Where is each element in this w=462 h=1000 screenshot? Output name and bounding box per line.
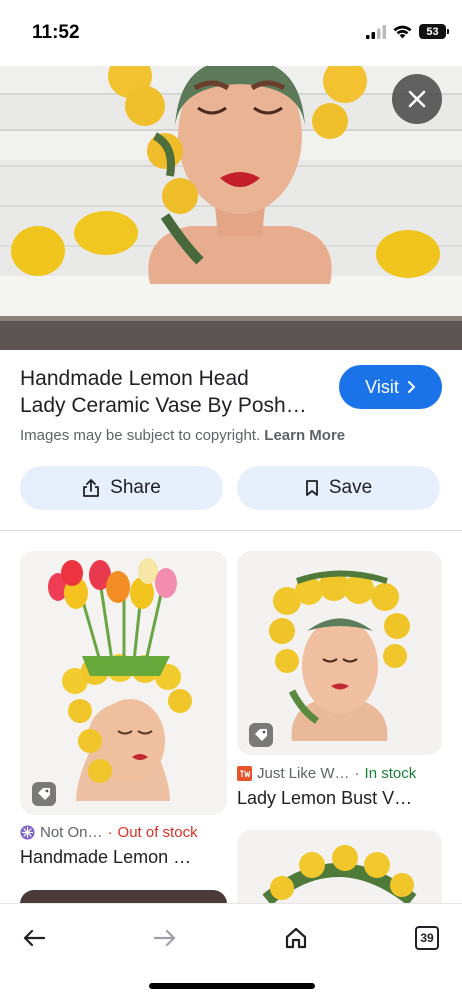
visit-button-label: Visit [365,376,399,397]
related-image-tulip-vase[interactable] [20,551,227,815]
learn-more-link[interactable]: Learn More [264,427,345,444]
arrow-right-icon [154,929,176,947]
status-bar: 11:52 53 [0,0,462,66]
result-title-line-1: Handmade Lemon Head [20,367,249,390]
back-button[interactable] [14,918,54,958]
wifi-icon [393,25,412,38]
section-divider [0,530,462,531]
cellular-signal-icon [366,24,386,39]
status-time: 11:52 [32,22,80,43]
close-icon [408,90,426,108]
close-button[interactable] [392,74,442,124]
copyright-notice: Images may be subject to copyright. Lear… [20,427,345,444]
stock-status: Out of stock [117,824,198,841]
save-label: Save [328,477,373,498]
home-button[interactable] [276,918,316,958]
card-title[interactable]: Handmade Lemon … [20,847,191,868]
site-favicon-icon [20,825,35,840]
source-name: Just Like W… [257,765,350,782]
bookmark-icon [305,480,318,496]
stock-status: In stock [364,765,417,782]
source-line: Just Like W… · In stock [237,765,416,782]
copyright-text: Images may be subject to copyright. [20,427,261,444]
source-name: Not On… [40,824,103,841]
arrow-left-icon [23,929,45,947]
lemon-head-vase-photo [0,66,462,350]
save-button[interactable]: Save [237,466,440,510]
result-title-line-2: Lady Ceramic Vase By Posh… [20,394,307,417]
stock-dot-separator: · [354,765,360,782]
price-tag-icon [32,782,56,806]
tulip-lemon-vase-photo [20,551,227,815]
status-icons: 53 [366,24,449,39]
share-button[interactable]: Share [20,466,223,510]
battery-indicator: 53 [419,24,449,39]
share-icon [83,479,100,497]
home-icon [285,927,307,949]
source-line: Not On… · Out of stock [20,824,198,841]
card-title[interactable]: Lady Lemon Bust V… [237,788,412,809]
share-label: Share [110,477,161,498]
tabs-button[interactable]: 39 [407,918,447,958]
site-favicon-icon [237,766,252,781]
stock-dot-separator: · [107,824,113,841]
forward-button[interactable] [145,918,185,958]
visit-button[interactable]: Visit [339,365,442,409]
price-tag-icon [249,723,273,747]
result-title[interactable]: Handmade Lemon Head Lady Ceramic Vase By… [20,365,320,419]
main-product-image[interactable] [0,66,462,350]
chevron-right-icon [407,381,415,393]
home-indicator [149,983,315,989]
tab-count-badge: 39 [415,926,439,950]
